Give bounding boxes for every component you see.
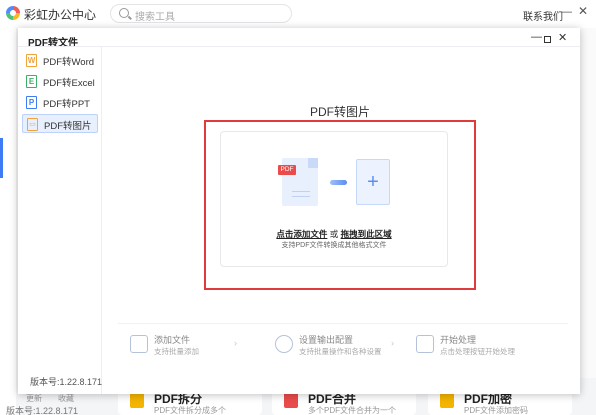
ppt-icon: P — [26, 96, 37, 109]
step-desc: 点击处理按钮开始处理 — [440, 347, 515, 356]
dialog-divider — [18, 46, 580, 47]
step-title: 开始处理 — [440, 335, 477, 345]
main-title: PDF转图片 — [310, 105, 371, 119]
pdf-convert-dialog: PDF转文件 — ✕ W PDF转Word E PDF转Excel P PDF转… — [18, 28, 580, 394]
step-desc: 支持批量添加 — [154, 347, 199, 356]
arrow-dash-icon — [330, 180, 347, 185]
collect-link[interactable]: 收藏 — [58, 393, 74, 404]
dialog-minimize-button[interactable]: — — [531, 31, 542, 43]
or-text: 或 — [327, 229, 341, 239]
step-arrow-icon: › — [391, 338, 394, 348]
click-add-file-link[interactable]: 点击添加文件 — [276, 229, 327, 239]
drop-instruction: 点击添加文件 或 拖拽到此区域 — [220, 228, 448, 240]
tool-card-desc: PDF文件添加密码 — [464, 406, 528, 415]
dialog-sidebar: W PDF转Word E PDF转Excel P PDF转PPT ▭ PDF转图… — [18, 47, 102, 394]
nav-item-pdf-to-image[interactable]: ▭ PDF转图片 — [22, 114, 98, 133]
app-version: 版本号:1.22.8.171 — [6, 406, 79, 415]
app-titlebar: 彩虹办公中心 搜索工具 联系我们 — ✕ — [0, 0, 596, 28]
lock-icon — [440, 392, 454, 408]
add-file-button[interactable]: + — [356, 159, 390, 205]
document-fold — [308, 158, 318, 168]
step-title: 添加文件 — [154, 335, 191, 345]
image-icon: ▭ — [27, 118, 38, 131]
search-icon — [119, 8, 129, 18]
step-output-settings: 设置输出配置 支持批量操作和各种设置 — [275, 333, 405, 359]
step-title: 设置输出配置 — [299, 335, 354, 345]
nav-item-pdf-to-ppt[interactable]: P PDF转PPT — [22, 93, 98, 112]
step-add-file: 添加文件 支持批量添加 — [130, 333, 260, 359]
split-icon — [130, 392, 144, 408]
settings-icon — [275, 335, 293, 353]
nav-item-pdf-to-excel[interactable]: E PDF转Excel — [22, 72, 98, 91]
dialog-close-button[interactable]: ✕ — [558, 31, 567, 44]
nav-item-label: PDF转图片 — [44, 121, 92, 132]
pdf-tag-icon: PDF — [278, 165, 296, 175]
plus-icon: + — [367, 171, 379, 193]
app-close-button[interactable]: ✕ — [578, 4, 588, 18]
dialog-version: 版本号:1.22.8.171 — [30, 377, 103, 387]
drop-support-text: 支持PDF文件转换成其他格式文件 — [281, 242, 387, 249]
steps-divider — [118, 323, 568, 324]
document-line — [292, 196, 310, 197]
step-start-process: 开始处理 点击处理按钮开始处理 — [416, 333, 546, 359]
app-content-edge — [580, 28, 596, 378]
process-icon — [416, 335, 434, 353]
sidebar-active-indicator — [0, 138, 3, 178]
search-placeholder: 搜索工具 — [135, 12, 175, 23]
nav-item-label: PDF转PPT — [43, 99, 90, 110]
tool-card-desc: 多个PDF文件合并为一个 — [308, 406, 396, 415]
step-desc: 支持批量操作和各种设置 — [299, 347, 382, 356]
word-icon: W — [26, 54, 37, 67]
step-arrow-icon: › — [234, 338, 237, 348]
app-name: 彩虹办公中心 — [24, 8, 97, 22]
update-link[interactable]: 更新 — [26, 393, 42, 404]
app-logo-icon — [6, 6, 20, 20]
document-line — [292, 191, 310, 192]
excel-icon: E — [26, 75, 37, 88]
nav-item-label: PDF转Excel — [43, 78, 95, 89]
folder-add-icon — [130, 335, 148, 353]
contact-us-link[interactable]: 联系我们 — [523, 8, 563, 23]
drag-here-link[interactable]: 拖拽到此区域 — [341, 229, 392, 239]
tool-card-desc: PDF文件拆分成多个 — [154, 406, 226, 415]
search-input[interactable]: 搜索工具 — [110, 4, 292, 23]
app-sidebar — [0, 28, 16, 415]
merge-icon — [284, 392, 298, 408]
nav-item-pdf-to-word[interactable]: W PDF转Word — [22, 51, 98, 70]
app-minimize-button[interactable]: — — [561, 6, 572, 18]
dialog-maximize-button[interactable] — [544, 36, 551, 43]
nav-item-label: PDF转Word — [43, 57, 95, 68]
